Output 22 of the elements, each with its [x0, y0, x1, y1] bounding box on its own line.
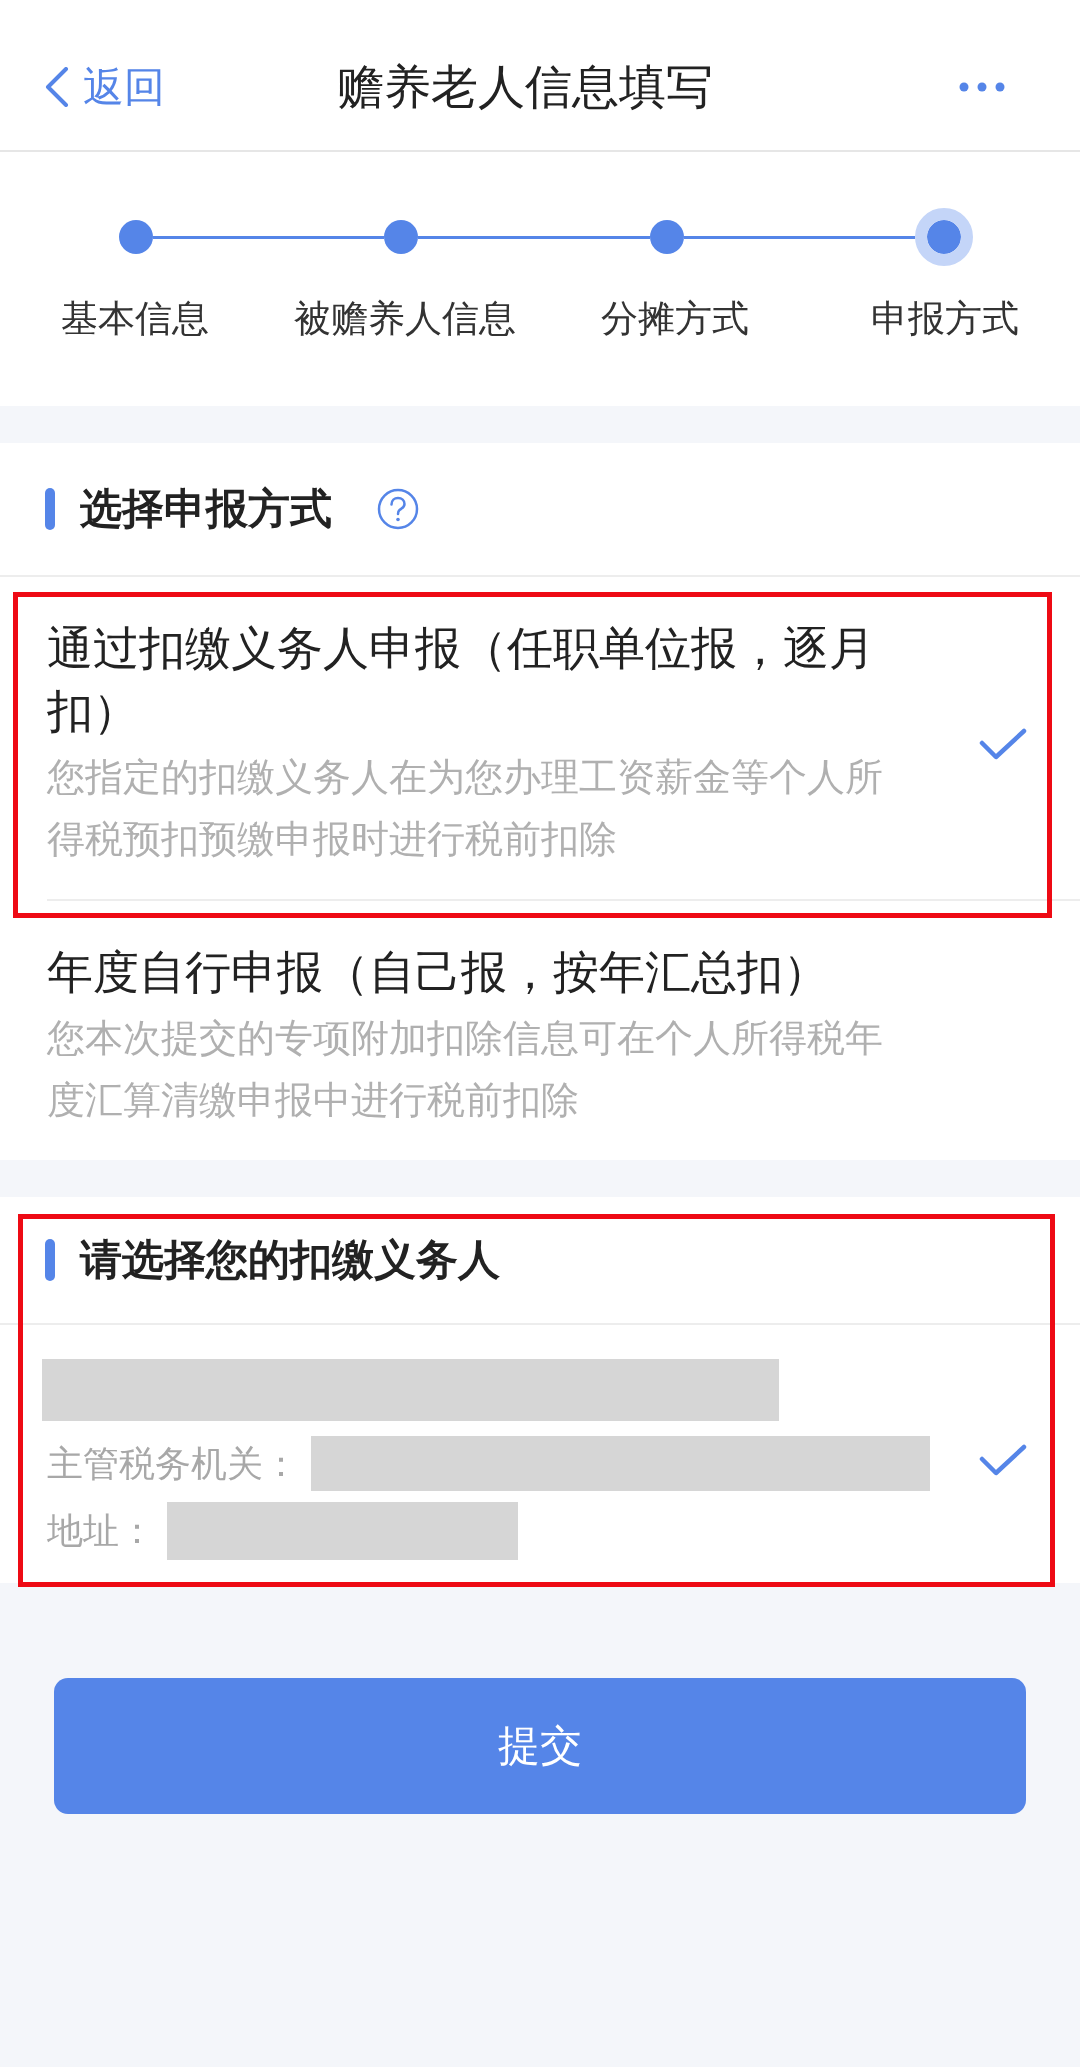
submit-button[interactable]: 提交 — [54, 1678, 1026, 1814]
option-row[interactable]: 年度自行申报（自己报，按年汇总扣） 您本次提交的专项附加扣除信息可在个人所得税年度汇算清缴申报中进行税前扣除 — [47, 901, 1080, 1160]
option-title: 年度自行申报（自己报，按年汇总扣） — [47, 945, 830, 1000]
field-label: 地址： — [47, 1509, 155, 1553]
option-description: 您本次提交的专项附加扣除信息可在个人所得税年度汇算清缴申报中进行税前扣除 — [47, 1016, 884, 1123]
step-label: 被赡养人信息 — [294, 297, 516, 341]
option-description: 您指定的扣缴义务人在为您办理工资薪金等个人所得税预扣预缴申报时进行税前扣除 — [47, 755, 884, 862]
option-title: 通过扣缴义务人申报（任职单位报，逐月扣） — [47, 621, 876, 739]
vertical-bar-icon — [45, 1239, 55, 1281]
vertical-bar-icon — [45, 488, 55, 530]
section-title: 请选择您的扣缴义务人 — [80, 1235, 500, 1285]
step-label: 分摊方式 — [601, 297, 749, 341]
option-row[interactable]: 通过扣缴义务人申报（任职单位报，逐月扣） 您指定的扣缴义务人在为您办理工资薪金等个人所得税预扣预缴申报时进行税前扣除 — [47, 577, 1080, 901]
chevron-left-icon — [45, 67, 69, 107]
back-button[interactable]: 返回 — [45, 61, 165, 113]
page-title: 赡养老人信息填写 — [337, 59, 713, 115]
step-label: 基本信息 — [61, 297, 209, 341]
step-label: 申报方式 — [871, 297, 1019, 341]
more-icon[interactable] — [959, 82, 1005, 92]
field-label: 主管税务机关： — [47, 1441, 299, 1486]
section-title: 选择申报方式 — [80, 484, 332, 534]
help-icon[interactable] — [377, 488, 419, 530]
